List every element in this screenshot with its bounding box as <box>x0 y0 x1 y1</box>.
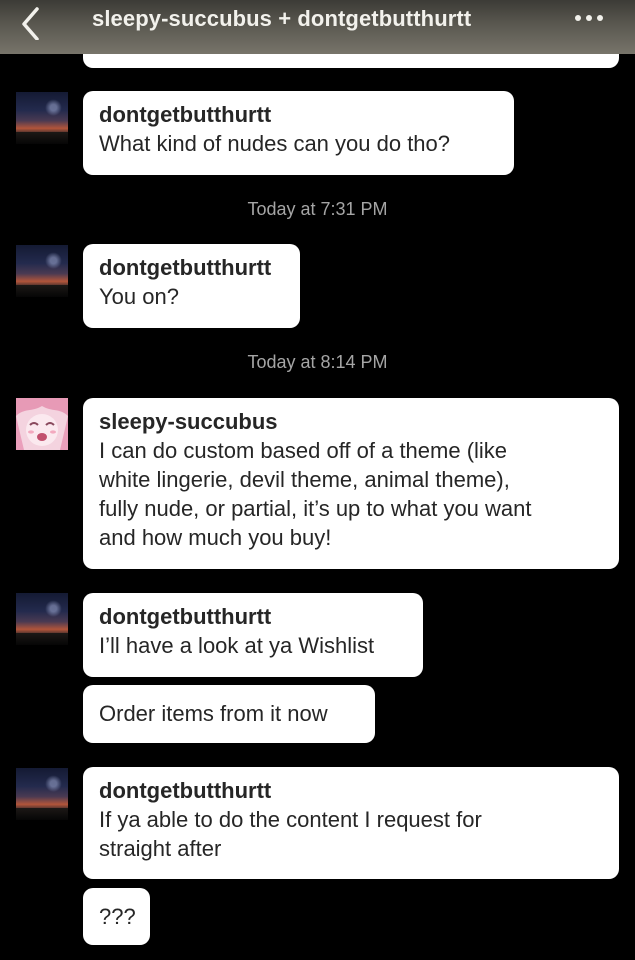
message-username[interactable]: dontgetbutthurtt <box>99 776 603 805</box>
more-options-button[interactable] <box>572 15 608 25</box>
chevron-left-icon <box>22 7 39 41</box>
message-text: I’ll have a look at ya Wishlist <box>99 633 375 658</box>
ellipsis-icon <box>575 15 581 21</box>
timestamp: Today at 7:31 PM <box>247 199 388 219</box>
avatar-sleepy-succubus[interactable] <box>16 398 68 450</box>
anime-girl-icon <box>16 398 68 450</box>
message-text: ??? <box>99 904 136 929</box>
avatar-dontgetbutthurtt[interactable] <box>16 92 68 144</box>
avatar-dontgetbutthurtt[interactable] <box>16 593 68 645</box>
message-bubble: ??? <box>83 888 150 945</box>
message-text: I can do custom based off of a theme (li… <box>99 438 532 550</box>
message-username[interactable]: dontgetbutthurtt <box>99 602 407 631</box>
message-username[interactable]: sleepy-succubus <box>99 407 603 436</box>
message-bubble: dontgetbutthurtt You on? <box>83 244 300 328</box>
timestamp: Today at 8:14 PM <box>247 352 388 372</box>
message-bubble: Order items from it now <box>83 685 375 743</box>
message-bubble: dontgetbutthurtt If ya able to do the co… <box>83 767 619 879</box>
message-text: Order items from it now <box>99 701 328 726</box>
conversation-title: sleepy-succubus + dontgetbutthurtt <box>92 6 472 31</box>
message-bubble: dontgetbutthurtt I’ll have a look at ya … <box>83 593 423 677</box>
message-text: You on? <box>99 284 179 309</box>
avatar-dontgetbutthurtt[interactable] <box>16 245 68 297</box>
message-text: If ya able to do the content I request f… <box>99 807 482 861</box>
back-button[interactable] <box>14 6 48 41</box>
conversation-header: sleepy-succubus + dontgetbutthurtt <box>0 0 635 54</box>
message-text: What kind of nudes can you do tho? <box>99 131 451 156</box>
message-username[interactable]: dontgetbutthurtt <box>99 253 284 282</box>
message-username[interactable]: dontgetbutthurtt <box>99 100 498 129</box>
message-bubble: sleepy-succubus I can do custom based of… <box>83 398 619 569</box>
message-bubble: dontgetbutthurtt What kind of nudes can … <box>83 91 514 175</box>
avatar-dontgetbutthurtt[interactable] <box>16 768 68 820</box>
